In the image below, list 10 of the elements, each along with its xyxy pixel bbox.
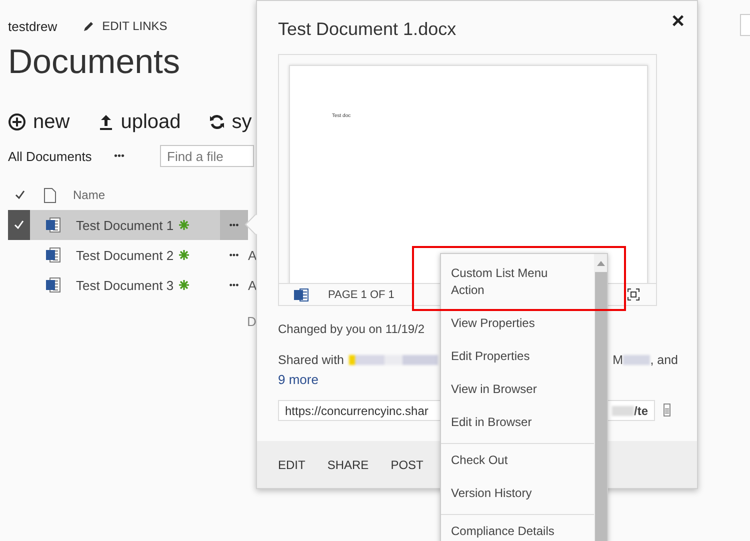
page-title: Documents — [8, 42, 181, 83]
table-cell: A — [248, 248, 256, 262]
table-footer-text: D — [247, 314, 256, 329]
shared-suffix: , and — [650, 353, 678, 367]
shared-name-fragment: M — [612, 353, 624, 367]
table-cell: A — [248, 278, 256, 292]
shared-label: Shared with — [278, 353, 344, 367]
changed-info: Changed by you on 11/19/2 — [278, 322, 425, 336]
page-indicator: PAGE 1 OF 1 — [328, 288, 394, 300]
callout-title: Test Document 1.docx — [278, 19, 456, 40]
